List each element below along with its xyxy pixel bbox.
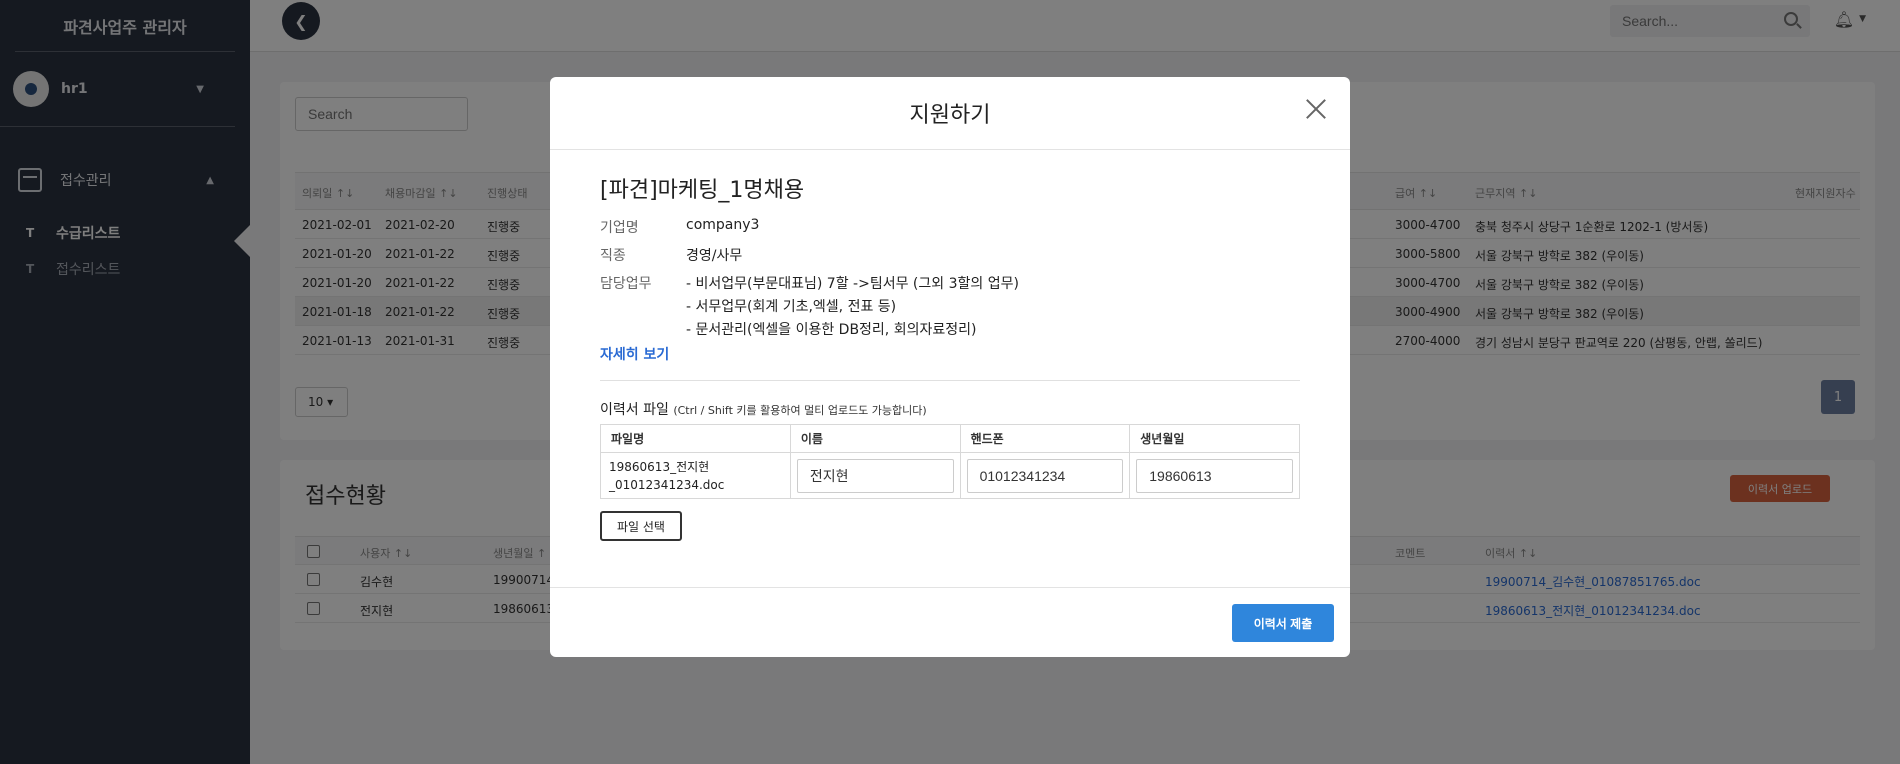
table-row: 19860613_전지현 _01012341234.doc (600, 452, 1300, 499)
resume-label-text: 이력서 파일 (600, 402, 669, 418)
divider (600, 380, 1300, 381)
modal-title: 지원하기 (909, 103, 991, 128)
company-label: 기업명 (600, 220, 639, 236)
duty-line: - 서무업무(회계 기초,엑셀, 전표 등) (686, 299, 897, 315)
category-value: 경영/사무 (686, 248, 743, 264)
birth-input[interactable] (1136, 458, 1293, 493)
modal-header: 지원하기 (550, 77, 1350, 150)
apply-modal: 지원하기 [파견]마케팅_1명채용 기업명 company3 직종 경영/사무 … (550, 77, 1350, 657)
phone-input[interactable] (966, 458, 1124, 493)
duty-label: 담당업무 (600, 276, 652, 292)
company-value: company3 (686, 217, 760, 233)
phone-cell (959, 452, 1131, 499)
file-select-button[interactable]: 파일 선택 (600, 511, 682, 541)
file-name-line: 19860613_전지현 (609, 459, 710, 474)
file-name-line: _01012341234.doc (609, 477, 725, 492)
duty-line: - 문서관리(엑셀을 이용한 DB정리, 회의자료정리) (686, 322, 977, 338)
col-name: 이름 (789, 424, 961, 453)
file-name-cell: 19860613_전지현 _01012341234.doc (600, 452, 791, 499)
category-label: 직종 (600, 248, 626, 264)
resume-label: 이력서 파일 (Ctrl / Shift 키를 활용하여 멀티 업로드도 가능합… (600, 399, 927, 419)
col-filename: 파일명 (600, 424, 791, 453)
resume-file-table: 파일명 이름 핸드폰 생년월일 19860613_전지현 _0101234123… (600, 424, 1300, 499)
duty-line: - 비서업무(부문대표님) 7할 ->팀서무 (그외 3할의 업무) (686, 276, 1019, 292)
col-phone: 핸드폰 (959, 424, 1131, 453)
name-input[interactable] (796, 458, 954, 493)
job-title: [파견]마케팅_1명채용 (600, 178, 805, 203)
resume-hint: (Ctrl / Shift 키를 활용하여 멀티 업로드도 가능합니다) (673, 404, 927, 417)
name-cell (789, 452, 961, 499)
col-birth: 생년월일 (1129, 424, 1300, 453)
resume-submit-button[interactable]: 이력서 제출 (1232, 604, 1334, 642)
birth-cell (1129, 452, 1300, 499)
modal-footer: 이력서 제출 (550, 587, 1350, 657)
close-icon[interactable] (1304, 97, 1328, 121)
detail-link[interactable]: 자세히 보기 (600, 344, 669, 364)
